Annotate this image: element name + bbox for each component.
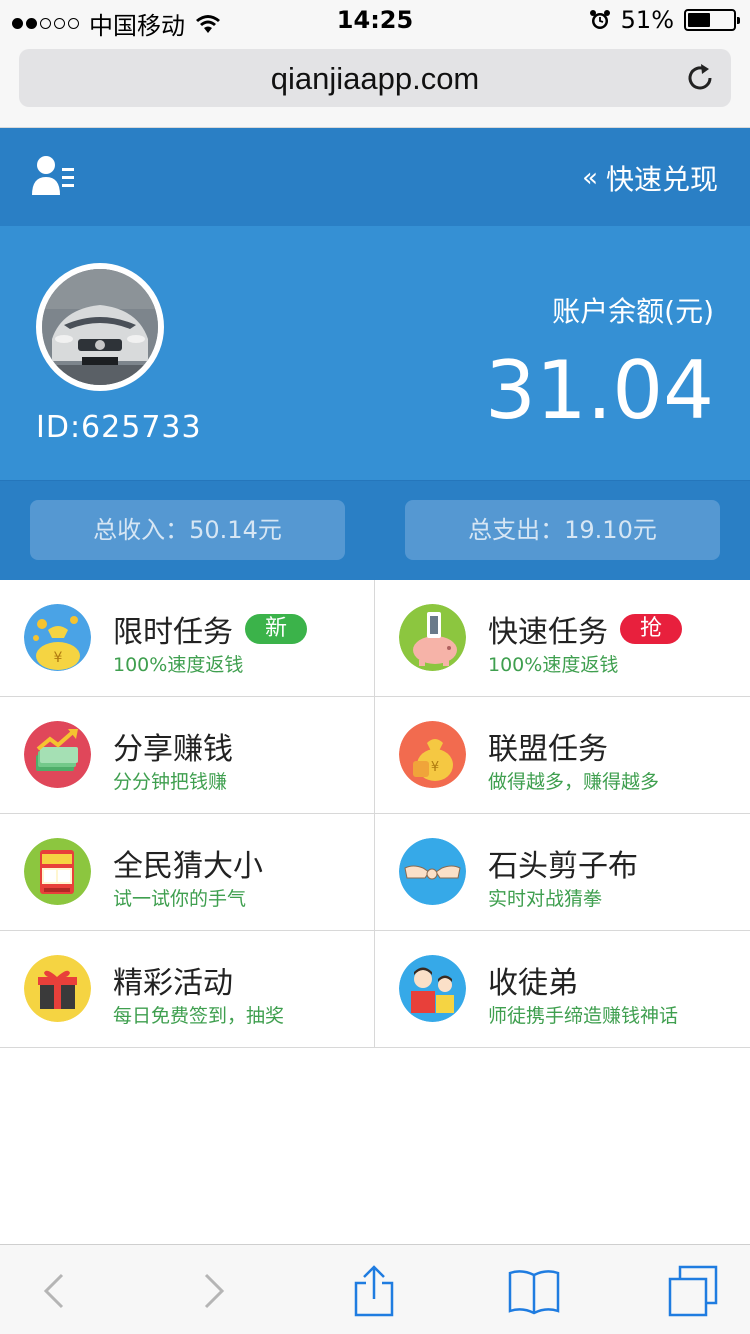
feature-subtitle: 实时对战猜拳 [488,888,603,910]
rock-paper-scissors-icon [399,838,466,905]
feature-title: 收徒弟 [488,966,578,1001]
svg-text:¥: ¥ [431,760,439,775]
reload-icon[interactable] [683,61,717,95]
feature-apprentice[interactable]: 收徒弟 师徒携手缔造赚钱神话 [375,931,750,1048]
battery-percent: 51% [620,6,674,34]
back-icon[interactable] [28,1263,84,1319]
feature-subtitle: 做得越多，赚得越多 [488,771,660,793]
stats-bar: 总收入：50.14元 总支出：19.10元 [0,480,750,580]
feature-limited-task[interactable]: ¥ 限时任务 新 100%速度返钱 [0,580,375,697]
double-chevron-left-icon: « [582,163,598,193]
feature-title: 联盟任务 [488,732,608,767]
bookmarks-icon[interactable] [506,1263,562,1319]
battery-fill [688,13,711,27]
piggy-bank-icon [399,604,466,671]
browser-toolbar [0,1244,750,1334]
total-expense-button[interactable]: 总支出：19.10元 [405,500,720,560]
feature-title: 分享赚钱 [113,732,233,767]
feature-share-earn[interactable]: 分享赚钱 分分钟把钱赚 [0,697,375,814]
feature-title: 快速任务 抢 [488,607,683,651]
battery-icon [684,9,740,31]
feature-guess-size[interactable]: 全民猜大小 试一试你的手气 [0,814,375,931]
share-icon[interactable] [346,1263,402,1319]
feature-subtitle: 分分钟把钱赚 [113,771,228,793]
cash-growth-icon [24,721,91,788]
feature-title: 精彩活动 [113,966,233,1001]
user-id: ID:625733 [36,410,202,445]
quick-cash-label: 快速兑现 [605,163,718,196]
app-header: « 快速兑现 [0,128,750,226]
feature-title: 石头剪子布 [488,849,638,884]
balance-value: 31.04 [484,344,714,437]
feature-subtitle: 每日免费签到，抽奖 [113,1005,285,1027]
feature-subtitle: 100%速度返钱 [488,654,619,676]
slot-machine-icon [24,838,91,905]
feature-subtitle: 试一试你的手气 [113,888,247,910]
car-photo [42,269,158,385]
total-income-button[interactable]: 总收入：50.14元 [30,500,345,560]
gift-box-icon [24,955,91,1022]
grab-badge: 抢 [620,614,683,644]
status-right: 51% [589,6,740,34]
balance-label: 账户余额(元) [552,295,714,328]
feature-subtitle: 100%速度返钱 [113,654,244,676]
feature-rock-paper-scissors[interactable]: 石头剪子布 实时对战猜拳 [375,814,750,931]
coin-bag-icon: ¥ [399,721,466,788]
address-bar[interactable]: qianjiaapp.com [19,49,731,107]
feature-title: 全民猜大小 [113,849,263,884]
new-badge: 新 [245,614,308,644]
url-text[interactable]: qianjiaapp.com [19,61,731,97]
money-bag-icon: ¥ [24,604,91,671]
feature-title: 限时任务 新 [113,607,308,651]
master-apprentice-icon [399,955,466,1022]
status-bar: 中国移动 14:25 51% [0,0,750,40]
feature-quick-task[interactable]: 快速任务 抢 100%速度返钱 [375,580,750,697]
quick-cash-link[interactable]: « 快速兑现 [582,158,718,198]
feature-subtitle: 师徒携手缔造赚钱神话 [488,1005,679,1027]
tabs-icon[interactable] [664,1263,720,1319]
svg-text:¥: ¥ [54,650,63,666]
browser-bar: qianjiaapp.com [0,40,750,128]
alarm-icon [589,10,610,29]
profile-panel: ID:625733 账户余额(元) 31.04 [0,226,750,480]
feature-events[interactable]: 精彩活动 每日免费签到，抽奖 [0,931,375,1048]
feature-grid: ¥ 限时任务 新 100%速度返钱 快速任务 抢 100%速度返钱 分享赚钱 分… [0,580,750,1048]
avatar[interactable] [36,263,164,391]
forward-icon[interactable] [184,1263,240,1319]
feature-alliance-task[interactable]: ¥ 联盟任务 做得越多，赚得越多 [375,697,750,814]
user-menu-icon[interactable] [32,155,76,199]
